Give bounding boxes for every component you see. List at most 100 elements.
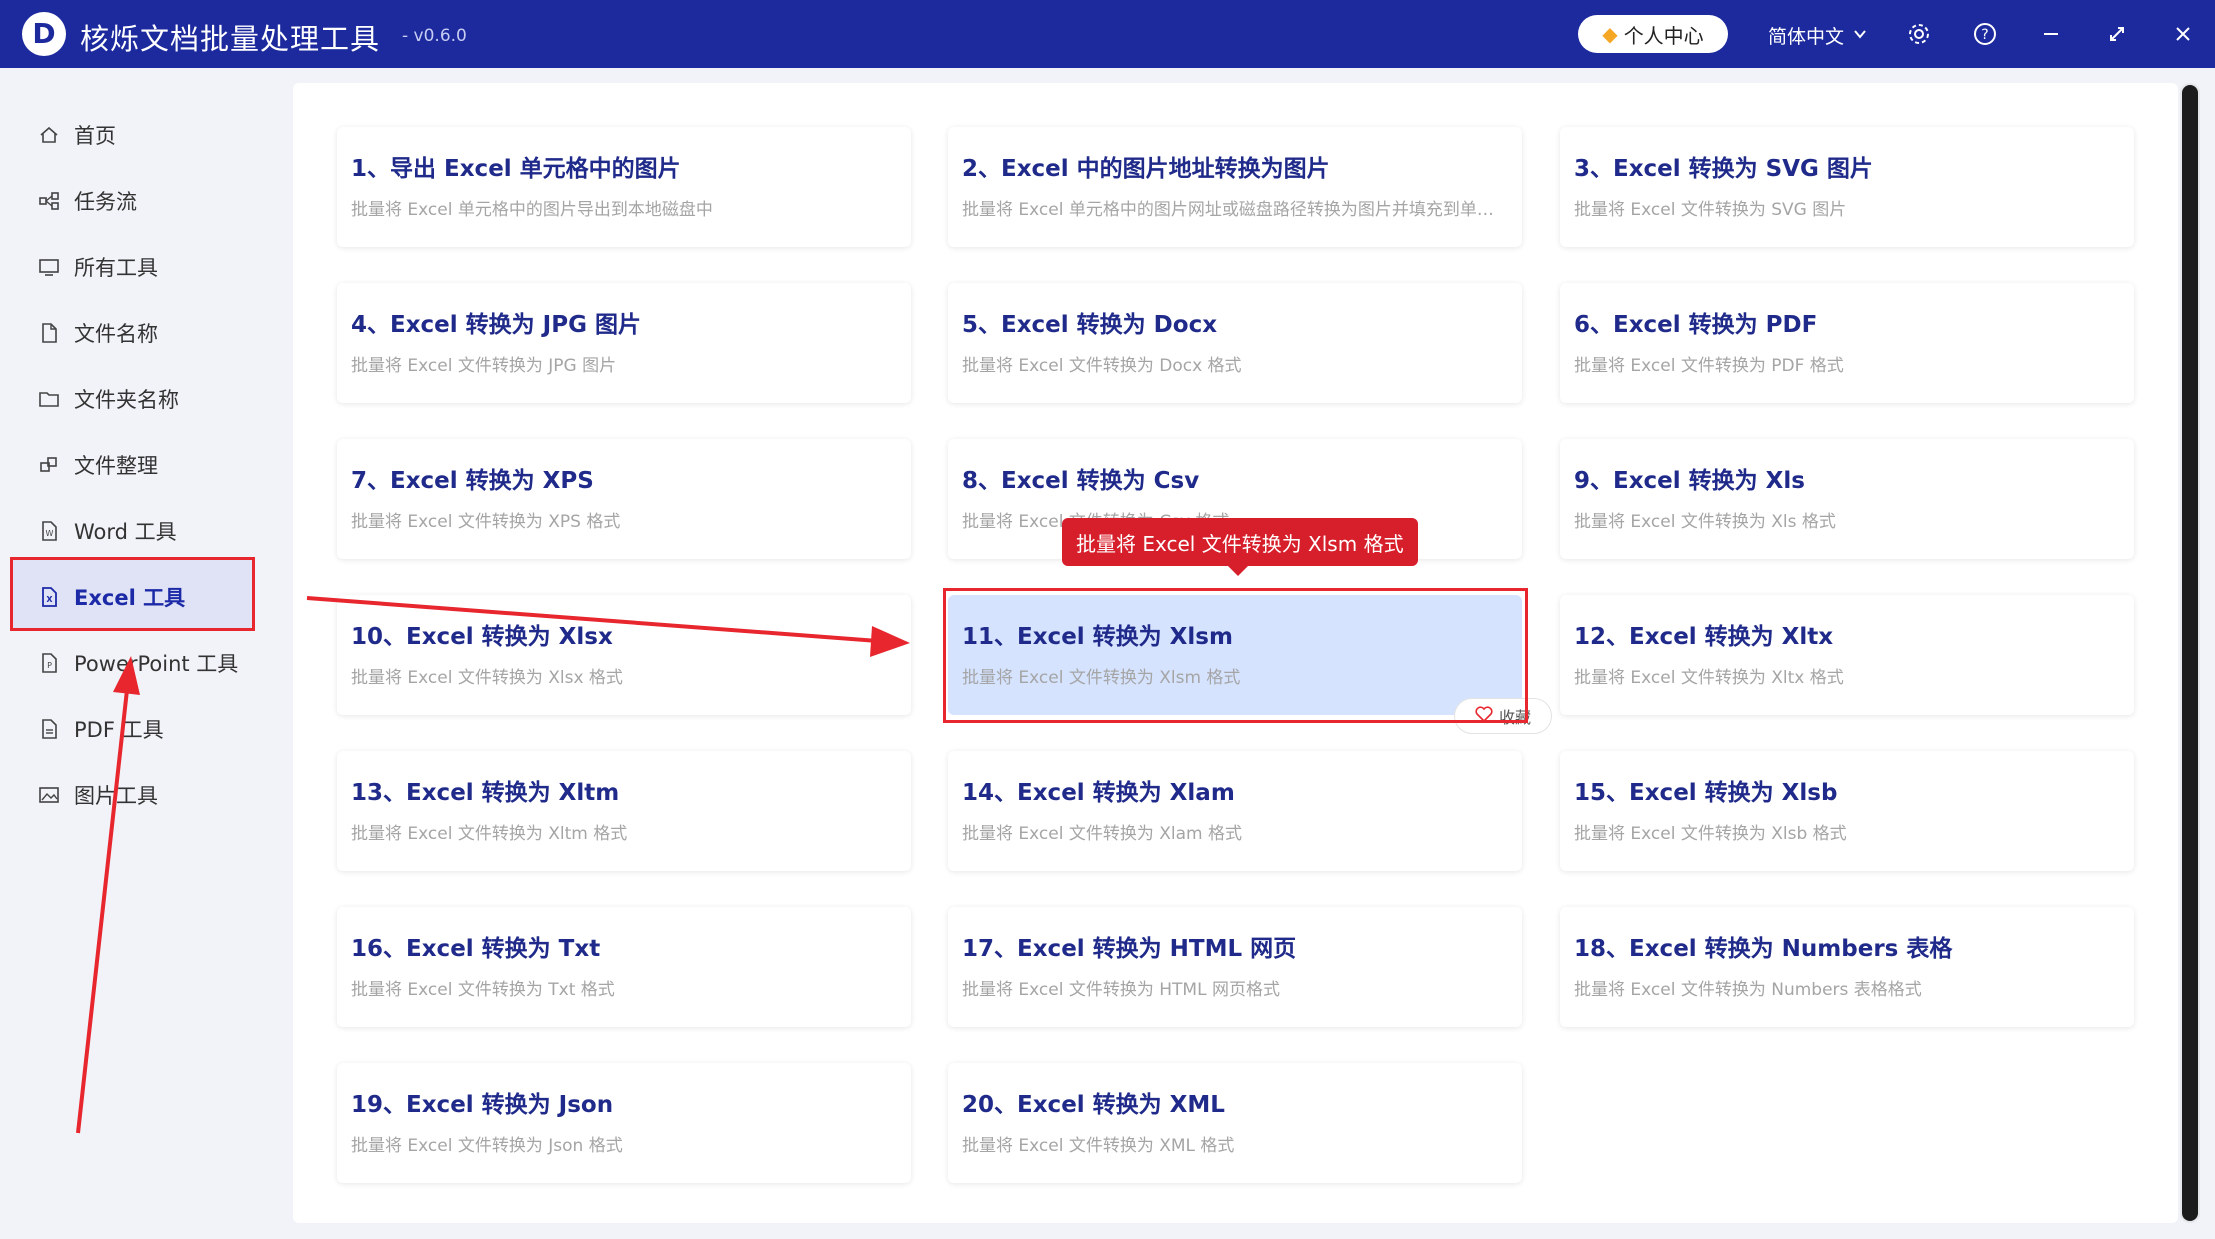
- tool-tooltip: 批量将 Excel 文件转换为 Xlsm 格式: [1062, 518, 1418, 576]
- tool-card-description: 批量将 Excel 单元格中的图片网址或磁盘路径转换为图片并填充到单元格中: [962, 200, 1508, 220]
- tool-card-description: 批量将 Excel 文件转换为 Xlam 格式: [962, 824, 1242, 844]
- sidebar-item-label: 首页: [74, 124, 116, 148]
- organize-icon: [38, 454, 60, 476]
- language-selector[interactable]: 简体中文: [1768, 22, 1868, 49]
- sidebar-item-label: 图片工具: [74, 784, 158, 808]
- sidebar-item-powerpoint-tools[interactable]: P PowerPoint 工具: [38, 643, 238, 683]
- tool-card-16[interactable]: 16、Excel 转换为 Txt 批量将 Excel 文件转换为 Txt 格式: [337, 907, 911, 1027]
- tool-card-description: 批量将 Excel 文件转换为 Docx 格式: [962, 356, 1242, 376]
- tool-card-title: 18、Excel 转换为 Numbers 表格: [1574, 936, 1953, 962]
- tool-card-10[interactable]: 10、Excel 转换为 Xlsx 批量将 Excel 文件转换为 Xlsx 格…: [337, 595, 911, 715]
- close-icon[interactable]: [2166, 17, 2200, 51]
- sidebar-item-label: Word 工具: [74, 520, 177, 544]
- tool-card-7[interactable]: 7、Excel 转换为 XPS 批量将 Excel 文件转换为 XPS 格式: [337, 439, 911, 559]
- sidebar-item-label: 文件整理: [74, 454, 158, 478]
- user-center-label: 个人中心: [1623, 23, 1704, 48]
- tool-card-description: 批量将 Excel 文件转换为 Xlsx 格式: [351, 668, 623, 688]
- maximize-icon[interactable]: [2100, 17, 2134, 51]
- tool-card-title: 6、Excel 转换为 PDF: [1574, 312, 1818, 338]
- tool-card-title: 3、Excel 转换为 SVG 图片: [1574, 156, 1873, 182]
- chevron-down-icon: [1852, 25, 1868, 47]
- tool-card-9[interactable]: 9、Excel 转换为 Xls 批量将 Excel 文件转换为 Xls 格式: [1560, 439, 2134, 559]
- sidebar-item-home[interactable]: 首页: [38, 115, 116, 155]
- pdf-icon: [38, 718, 60, 740]
- title-bar: D 核烁文档批量处理工具 - v0.6.0 ◆ 个人中心 简体中文 ?: [0, 0, 2215, 68]
- word-icon: W: [38, 520, 60, 542]
- tool-card-3[interactable]: 3、Excel 转换为 SVG 图片 批量将 Excel 文件转换为 SVG 图…: [1560, 127, 2134, 247]
- file-icon: [38, 322, 60, 344]
- tool-card-description: 批量将 Excel 文件转换为 SVG 图片: [1574, 200, 1847, 220]
- monitor-icon: [38, 256, 60, 278]
- tool-card-19[interactable]: 19、Excel 转换为 Json 批量将 Excel 文件转换为 Json 格…: [337, 1063, 911, 1183]
- tool-card-description: 批量将 Excel 文件转换为 HTML 网页格式: [962, 980, 1280, 1000]
- image-icon: [38, 784, 60, 806]
- tool-card-6[interactable]: 6、Excel 转换为 PDF 批量将 Excel 文件转换为 PDF 格式: [1560, 283, 2134, 403]
- tool-card-description: 批量将 Excel 文件转换为 XPS 格式: [351, 512, 621, 532]
- sidebar-item-word-tools[interactable]: W Word 工具: [38, 511, 177, 551]
- ppt-icon: P: [38, 652, 60, 674]
- tool-card-description: 批量将 Excel 单元格中的图片导出到本地磁盘中: [351, 200, 713, 220]
- sidebar-item-label: PowerPoint 工具: [74, 652, 239, 676]
- workflow-icon: [38, 190, 60, 212]
- svg-text:W: W: [46, 529, 54, 538]
- sidebar-item-file-organize[interactable]: 文件整理: [38, 445, 158, 485]
- vertical-scrollbar-thumb[interactable]: [2182, 85, 2198, 1221]
- tool-card-title: 12、Excel 转换为 Xltx: [1574, 624, 1834, 650]
- sidebar-item-label: PDF 工具: [74, 718, 164, 742]
- tool-card-title: 8、Excel 转换为 Csv: [962, 468, 1200, 494]
- user-center-button[interactable]: ◆ 个人中心: [1578, 15, 1728, 53]
- svg-text:?: ?: [1981, 27, 1988, 43]
- tool-card-title: 4、Excel 转换为 JPG 图片: [351, 312, 641, 338]
- tool-card-5[interactable]: 5、Excel 转换为 Docx 批量将 Excel 文件转换为 Docx 格式: [948, 283, 1522, 403]
- tool-card-description: 批量将 Excel 文件转换为 Xlsb 格式: [1574, 824, 1847, 844]
- tool-card-description: 批量将 Excel 文件转换为 JPG 图片: [351, 356, 617, 376]
- minimize-icon[interactable]: [2034, 17, 2068, 51]
- tool-card-title: 7、Excel 转换为 XPS: [351, 468, 594, 494]
- app-title: 核烁文档批量处理工具: [80, 22, 381, 56]
- tool-card-title: 10、Excel 转换为 Xlsx: [351, 624, 613, 650]
- sidebar-item-label: 文件夹名称: [74, 388, 179, 412]
- help-icon[interactable]: ?: [1968, 17, 2002, 51]
- tool-card-12[interactable]: 12、Excel 转换为 Xltx 批量将 Excel 文件转换为 Xltx 格…: [1560, 595, 2134, 715]
- tool-card-13[interactable]: 13、Excel 转换为 Xltm 批量将 Excel 文件转换为 Xltm 格…: [337, 751, 911, 871]
- excel-tools-highlight-frame: [10, 557, 255, 631]
- sidebar-item-label: 文件名称: [74, 322, 158, 346]
- tool-card-title: 17、Excel 转换为 HTML 网页: [962, 936, 1297, 962]
- folder-icon: [38, 388, 60, 410]
- sidebar-item-file-name[interactable]: 文件名称: [38, 313, 158, 353]
- language-label: 简体中文: [1768, 26, 1845, 48]
- tool-card-4[interactable]: 4、Excel 转换为 JPG 图片 批量将 Excel 文件转换为 JPG 图…: [337, 283, 911, 403]
- svg-text:P: P: [47, 661, 52, 670]
- tool-card-18[interactable]: 18、Excel 转换为 Numbers 表格 批量将 Excel 文件转换为 …: [1560, 907, 2134, 1027]
- sidebar-item-folder-name[interactable]: 文件夹名称: [38, 379, 179, 419]
- tool-card-17[interactable]: 17、Excel 转换为 HTML 网页 批量将 Excel 文件转换为 HTM…: [948, 907, 1522, 1027]
- tool-card-title: 15、Excel 转换为 Xlsb: [1574, 780, 1838, 806]
- tool-card-description: 批量将 Excel 文件转换为 Xltx 格式: [1574, 668, 1844, 688]
- app-version: - v0.6.0: [402, 26, 467, 46]
- home-icon: [38, 124, 60, 146]
- tool-card-description: 批量将 Excel 文件转换为 PDF 格式: [1574, 356, 1844, 376]
- sidebar-item-label: 所有工具: [74, 256, 158, 280]
- tool-card-title: 2、Excel 中的图片地址转换为图片: [962, 156, 1330, 182]
- tool-card-description: 批量将 Excel 文件转换为 Xls 格式: [1574, 512, 1836, 532]
- app-logo: D: [22, 12, 66, 56]
- tool-card-15[interactable]: 15、Excel 转换为 Xlsb 批量将 Excel 文件转换为 Xlsb 格…: [1560, 751, 2134, 871]
- tool-card-title: 14、Excel 转换为 Xlam: [962, 780, 1235, 806]
- tool-card-2[interactable]: 2、Excel 中的图片地址转换为图片 批量将 Excel 单元格中的图片网址或…: [948, 127, 1522, 247]
- tool-card-20[interactable]: 20、Excel 转换为 XML 批量将 Excel 文件转换为 XML 格式: [948, 1063, 1522, 1183]
- tool-card-title: 13、Excel 转换为 Xltm: [351, 780, 620, 806]
- tool-card-description: 批量将 Excel 文件转换为 Txt 格式: [351, 980, 615, 1000]
- tool-card-title: 9、Excel 转换为 Xls: [1574, 468, 1805, 494]
- sidebar-item-image-tools[interactable]: 图片工具: [38, 775, 158, 815]
- sidebar-item-workflow[interactable]: 任务流: [38, 181, 137, 221]
- tool-card-title: 16、Excel 转换为 Txt: [351, 936, 601, 962]
- tool-card-description: 批量将 Excel 文件转换为 Numbers 表格格式: [1574, 980, 1922, 1000]
- tool-card-14[interactable]: 14、Excel 转换为 Xlam 批量将 Excel 文件转换为 Xlam 格…: [948, 751, 1522, 871]
- sidebar-item-pdf-tools[interactable]: PDF 工具: [38, 709, 164, 749]
- sidebar-item-all-tools[interactable]: 所有工具: [38, 247, 158, 287]
- tool-card-1[interactable]: 1、导出 Excel 单元格中的图片 批量将 Excel 单元格中的图片导出到本…: [337, 127, 911, 247]
- tool-card-title: 20、Excel 转换为 XML: [962, 1092, 1225, 1118]
- vip-gem-icon: ◆: [1602, 22, 1618, 46]
- settings-gear-icon[interactable]: [1902, 17, 1936, 51]
- tool-card-title: 19、Excel 转换为 Json: [351, 1092, 614, 1118]
